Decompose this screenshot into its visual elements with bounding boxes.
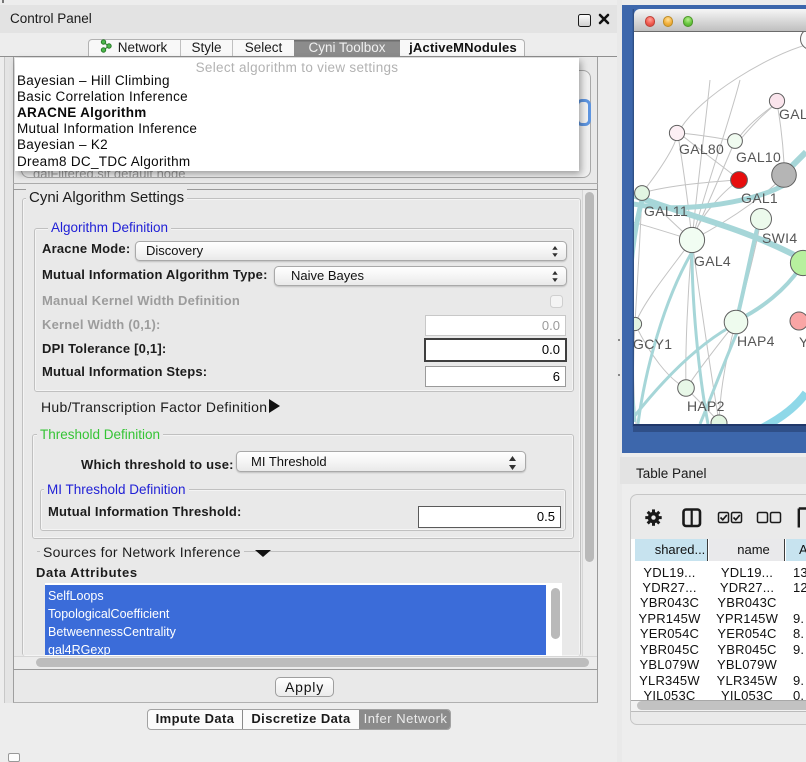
svg-text:Y: Y [799,334,806,350]
svg-text:GAL1: GAL1 [741,190,778,206]
svg-text:HAP2: HAP2 [687,398,725,414]
svg-text:GCY1: GCY1 [634,336,672,352]
svg-text:GAL4: GAL4 [694,253,731,269]
svg-text:GAL10: GAL10 [736,149,781,165]
svg-text:GAL: GAL [779,106,806,122]
svg-text:GAL80: GAL80 [679,141,724,157]
svg-text:HAP4: HAP4 [737,333,775,349]
svg-text:SWI4: SWI4 [762,230,797,246]
svg-text:GAL11: GAL11 [644,203,688,219]
